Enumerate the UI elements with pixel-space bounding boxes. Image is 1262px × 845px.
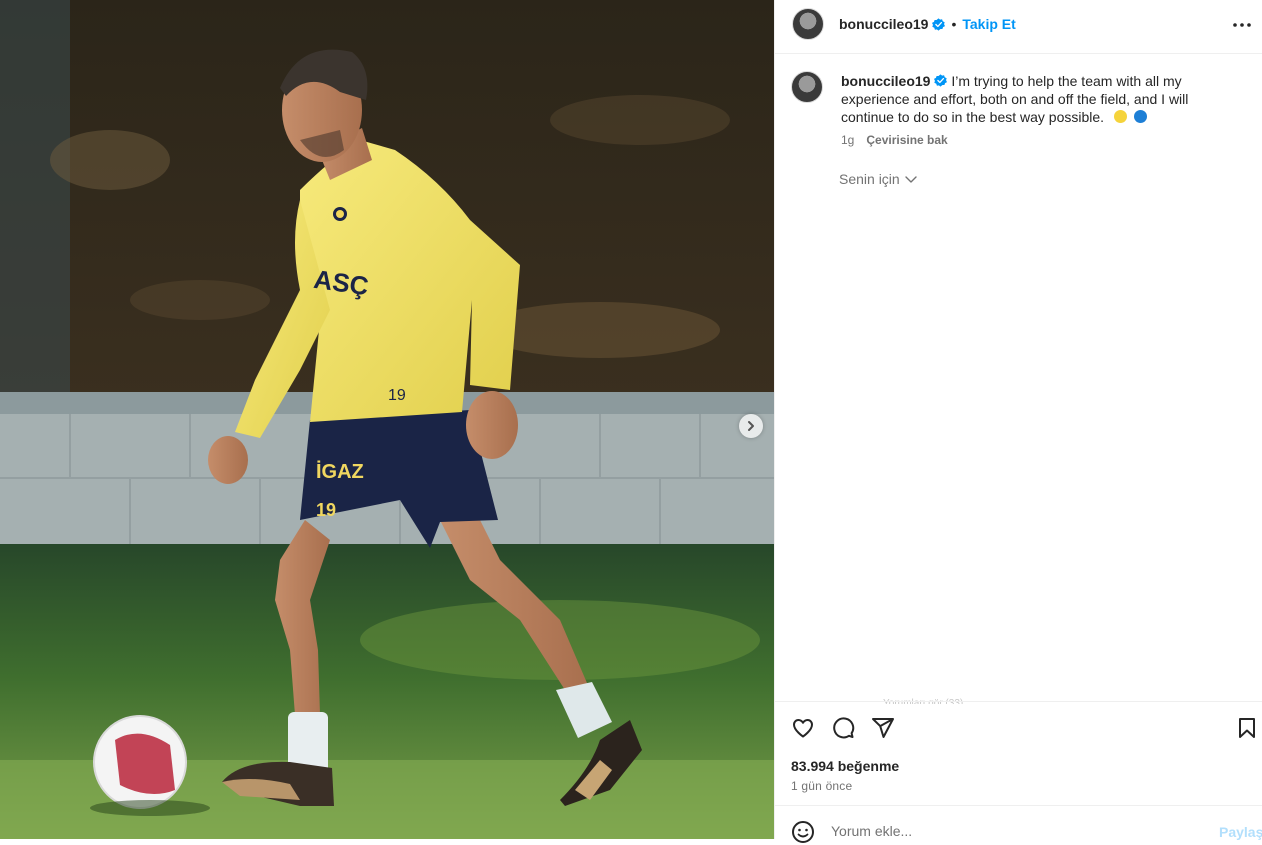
yellow-circle-emoji (1113, 110, 1127, 123)
for-you-label: Senin için (839, 171, 900, 187)
more-options-icon[interactable] (1230, 13, 1254, 37)
emoji-icon[interactable] (791, 820, 815, 844)
blue-circle-emoji (1133, 110, 1147, 123)
post-timestamp: 1 gün önce (791, 779, 853, 793)
post-actions: 83.994 beğenme 1 gün önce (775, 701, 1262, 805)
shorts-number: 19 (316, 500, 336, 520)
follow-button[interactable]: Takip Et (962, 16, 1015, 32)
caption-meta: 1g Çevirisine bak (841, 133, 948, 147)
post-caption: bonuccileo19 I’m trying to help the team… (841, 72, 1231, 126)
caption-username[interactable]: bonuccileo19 (841, 73, 930, 89)
post-photo: İGAZ 19 ASÇ 19 (0, 0, 774, 839)
share-icon[interactable] (871, 716, 895, 740)
caption-avatar[interactable] (791, 71, 823, 103)
verified-badge-icon (934, 74, 948, 87)
for-you-dropdown[interactable]: Senin için (839, 171, 918, 187)
bookmark-icon[interactable] (1235, 716, 1259, 740)
next-arrow-icon (748, 421, 754, 431)
chevron-down-icon (905, 176, 917, 183)
verified-badge-icon (932, 17, 946, 31)
post-comment-button[interactable]: Paylaş (1219, 824, 1262, 840)
post-header: bonuccileo19 • Takip Et (775, 0, 1262, 54)
post-details-panel: bonuccileo19 • Takip Et bonuccileo19 I’m… (774, 0, 1262, 843)
shorts-sponsor: İGAZ (316, 460, 364, 483)
separator-dot: • (951, 16, 957, 32)
header-username[interactable]: bonuccileo19 (839, 16, 928, 32)
post-age: 1g (841, 133, 855, 147)
avatar[interactable] (792, 8, 824, 40)
jersey-number: 19 (388, 387, 406, 404)
comment-icon[interactable] (831, 716, 855, 740)
post-media[interactable]: İGAZ 19 ASÇ 19 (0, 0, 774, 839)
see-translation-link[interactable]: Çevirisine bak (866, 133, 947, 147)
heart-icon[interactable] (791, 716, 815, 740)
likes-count[interactable]: 83.994 beğenme (791, 758, 899, 774)
comment-bar: Paylaş (775, 805, 1262, 845)
next-media-button[interactable] (739, 414, 763, 438)
